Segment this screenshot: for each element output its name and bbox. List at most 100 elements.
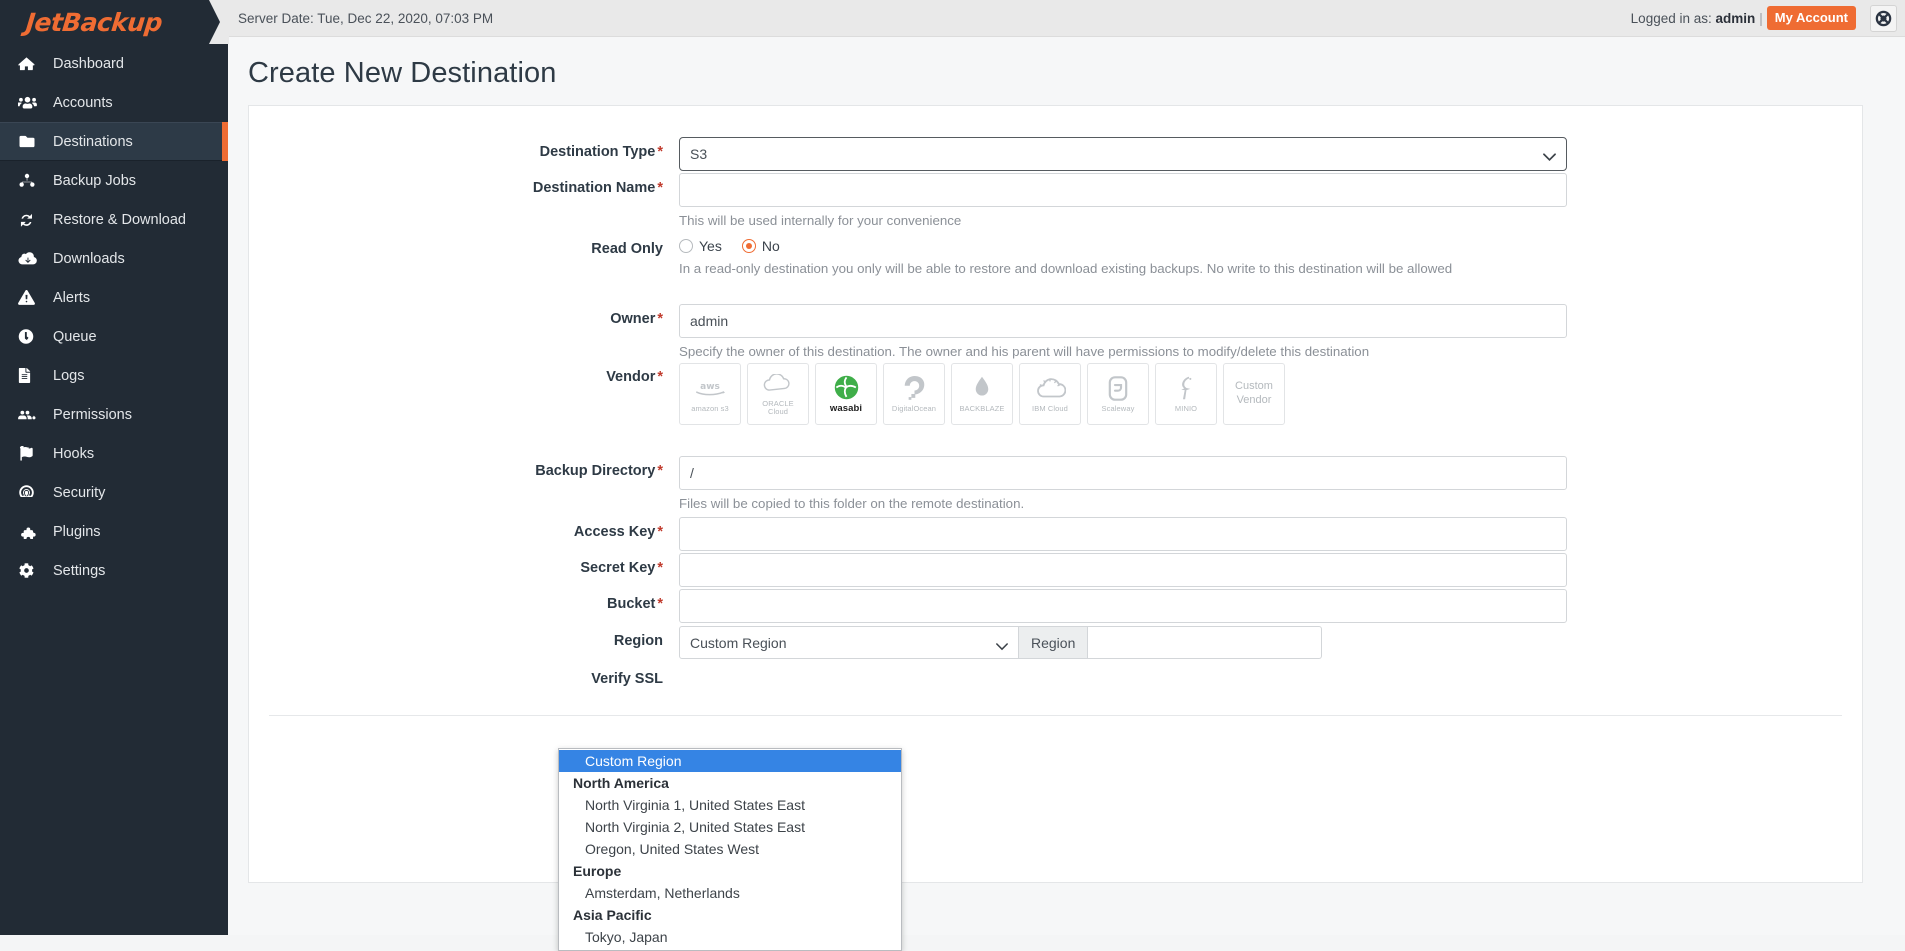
field-destination-name: This will be used internally for your co…: [679, 173, 1862, 229]
vendor-name: Cloud: [767, 407, 789, 416]
sidebar-item-queue[interactable]: Queue: [0, 317, 228, 356]
region-addon-label: Region: [1019, 626, 1089, 659]
top-bar: Server Date: Tue, Dec 22, 2020, 07:03 PM…: [228, 0, 1905, 37]
vendor-tile-minio[interactable]: MINIO: [1155, 363, 1217, 425]
label-owner: Owner *: [249, 304, 679, 360]
region-option[interactable]: Custom Region: [559, 750, 901, 772]
backup-directory-input[interactable]: [679, 456, 1567, 490]
sidebar-item-destinations[interactable]: Destinations: [0, 122, 228, 161]
users-icon: [18, 94, 44, 111]
region-option[interactable]: North Virginia 1, United States East: [559, 794, 901, 816]
create-destination-card: Destination Type* S3 Destination Name*: [248, 105, 1863, 883]
vendor-tile-list: aws amazon s3 ORACLE Cloud wasabi DigitalOcea…: [679, 362, 1862, 425]
destination-name-input[interactable]: [679, 173, 1567, 207]
form-row-secret-key: Secret Key *: [249, 553, 1862, 587]
secret-key-input[interactable]: [679, 553, 1567, 587]
sidebar-item-accounts[interactable]: Accounts: [0, 83, 228, 122]
required-marker: *: [657, 144, 663, 160]
vendor-tile-custom-vendor[interactable]: Custom Vendor: [1223, 363, 1285, 425]
vendor-tile-scaleway[interactable]: Scaleway: [1087, 363, 1149, 425]
jetbackup-logo: JetBackup: [24, 8, 163, 37]
backblaze-icon: [971, 375, 993, 402]
logo-text-main: JetBack: [24, 7, 129, 37]
sidebar-item-label: Downloads: [53, 250, 125, 267]
minio-icon: [1175, 375, 1197, 402]
my-account-button[interactable]: My Account: [1766, 6, 1856, 30]
sync-icon: [18, 211, 44, 228]
label-text: Destination Type: [539, 144, 656, 160]
gear-icon: [18, 562, 44, 579]
lifebuoy-icon[interactable]: [1870, 4, 1897, 32]
aws-icon: aws: [692, 375, 728, 402]
sidebar-item-downloads[interactable]: Downloads: [0, 239, 228, 278]
region-option[interactable]: Amsterdam, Netherlands: [559, 882, 901, 904]
vendor-tile-oracle-cloud[interactable]: ORACLE Cloud: [747, 363, 809, 425]
label-text: Vendor: [606, 369, 656, 385]
sidebar: JetBackup Dashboard Accounts Destinations B…: [0, 0, 229, 935]
folder-icon: [18, 133, 44, 150]
region-option[interactable]: North Virginia 2, United States East: [559, 816, 901, 838]
radio-circle-yes[interactable]: [679, 239, 693, 253]
vendor-tile-wasabi[interactable]: wasabi: [815, 363, 877, 425]
vendor-tile-aws[interactable]: aws amazon s3: [679, 363, 741, 425]
vendor-name: DigitalOcean: [891, 403, 937, 413]
sidebar-item-logs[interactable]: Logs: [0, 356, 228, 395]
sidebar-item-hooks[interactable]: Hooks: [0, 434, 228, 473]
radio-circle-no[interactable]: [741, 239, 756, 253]
form-row-region: Region Custom Region Region: [249, 626, 1862, 659]
sidebar-item-dashboard[interactable]: Dashboard: [0, 44, 228, 83]
sidebar-item-settings[interactable]: Settings: [0, 551, 228, 590]
field-backup-directory: Files will be copied to this folder on t…: [679, 456, 1862, 512]
bucket-input[interactable]: [679, 589, 1567, 623]
label-text: Access Key: [573, 524, 656, 540]
oracle-cloud-icon: [761, 372, 795, 399]
region-select[interactable]: Custom Region: [679, 626, 1019, 659]
puzzle-icon: [18, 523, 44, 540]
region-custom-input[interactable]: [1088, 626, 1323, 659]
form-row-access-key: Access Key *: [249, 517, 1862, 551]
page-content: Create New Destination Destination Type *…: [228, 37, 1905, 935]
sidebar-item-label: Logs: [53, 367, 85, 384]
label-access-key: Access Key *: [249, 517, 679, 551]
brand-logo-container[interactable]: JetBackup: [0, 0, 229, 44]
sidebar-item-restore-download[interactable]: Restore & Download: [0, 200, 228, 239]
label-text: Bucket: [606, 596, 656, 612]
vendor-tile-digitalocean[interactable]: DigitalOcean: [883, 363, 945, 425]
warning-icon: [18, 289, 44, 306]
vendor-name: MINIO: [1174, 403, 1198, 413]
access-key-input[interactable]: [679, 517, 1567, 551]
backup-directory-help: Files will be copied to this folder on t…: [679, 496, 1025, 511]
sidebar-item-label: Permissions: [53, 406, 132, 423]
sidebar-item-label: Security: [53, 484, 106, 501]
form-row-backup-directory: Backup Directory* Files will be copied t…: [249, 456, 1862, 512]
label-bucket: Bucket *: [249, 589, 679, 623]
fingerprint-icon: [18, 484, 44, 501]
sidebar-item-label: Settings: [53, 562, 106, 579]
label-region: Region: [613, 633, 663, 649]
radio-label-yes: Yes: [699, 238, 722, 254]
sidebar-item-plugins[interactable]: Plugins: [0, 512, 228, 551]
vendor-tile-ibm-cloud[interactable]: IBM Cloud: [1019, 363, 1081, 425]
topbar-separator: |: [1759, 10, 1763, 26]
vendor-tile-backblaze[interactable]: BACKBLAZE: [951, 363, 1013, 425]
sidebar-item-backup-jobs[interactable]: Backup Jobs: [0, 161, 228, 200]
file-text-icon: [18, 367, 44, 384]
wasabi-icon: [834, 374, 859, 401]
sidebar-item-alerts[interactable]: Alerts: [0, 278, 228, 317]
owner-input[interactable]: [679, 304, 1567, 338]
region-dropdown-list[interactable]: Custom Region North America North Virginia…: [558, 748, 902, 951]
read-only-radio-yes[interactable]: Yes: [679, 238, 722, 254]
region-option[interactable]: Tokyo, Japan: [559, 926, 901, 948]
ibm-cloud-icon: [1034, 375, 1066, 402]
form-row-read-only: Read Only Yes No In a read-only destinat…: [249, 234, 1862, 277]
sidebar-item-permissions[interactable]: Permissions: [0, 395, 228, 434]
region-option[interactable]: Oregon, United States West: [559, 838, 901, 860]
required-marker: *: [657, 180, 663, 196]
required-marker: *: [657, 369, 663, 385]
destination-type-select[interactable]: S3: [679, 137, 1567, 171]
field-access-key: [679, 517, 1862, 551]
read-only-radio-no[interactable]: No: [741, 238, 780, 254]
logged-in-as-text: Logged in as: admin: [1631, 11, 1756, 26]
sidebar-item-security[interactable]: Security: [0, 473, 228, 512]
vendor-name: IBM Cloud: [1032, 403, 1068, 413]
